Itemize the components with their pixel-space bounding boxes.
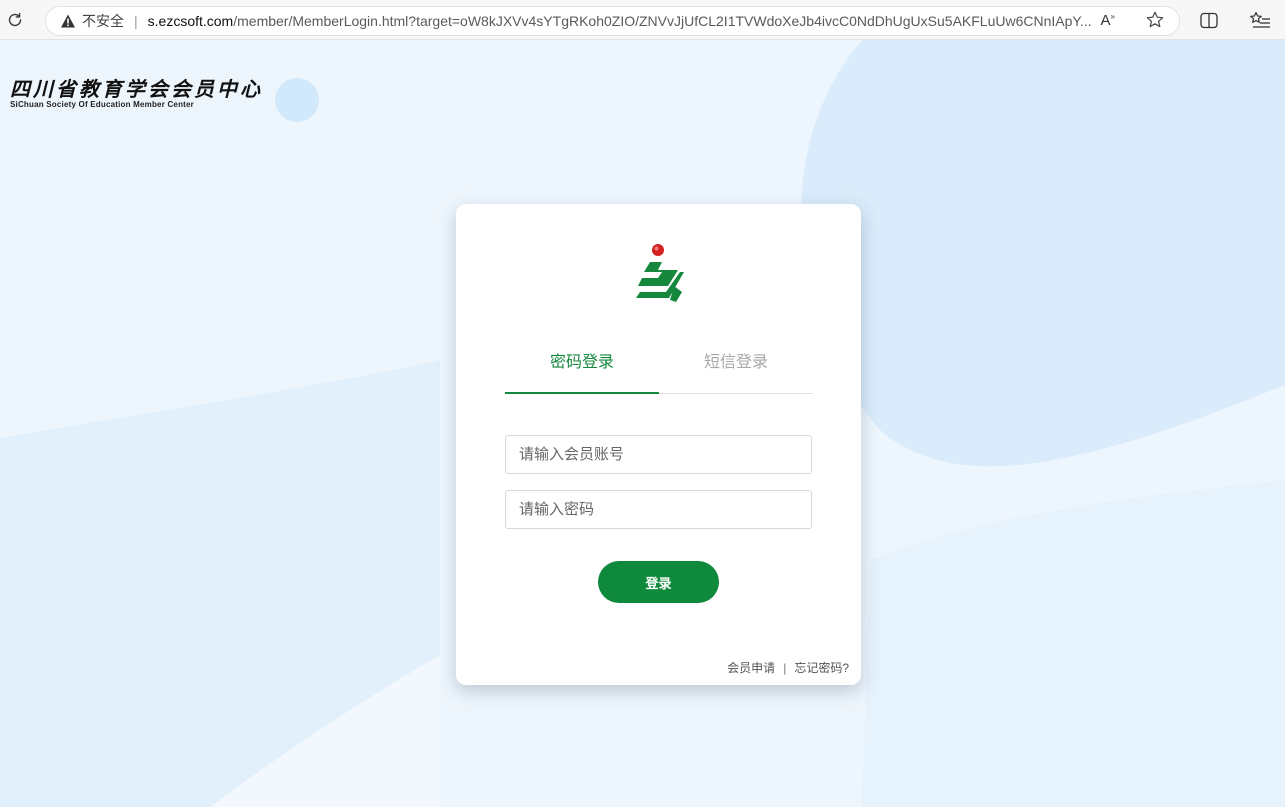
read-aloud-letter: A [1100, 12, 1111, 29]
split-screen-icon[interactable] [1200, 12, 1218, 29]
link-separator: | [783, 661, 787, 675]
login-button[interactable]: 登录 [598, 561, 719, 603]
warning-icon [61, 14, 75, 28]
read-aloud-icon[interactable]: A» [1101, 12, 1115, 29]
favorite-star-icon[interactable] [1145, 10, 1165, 30]
read-aloud-waves: » [1110, 12, 1115, 21]
tab-password-login[interactable]: 密码登录 [505, 344, 659, 394]
url-path: /member/MemberLogin.html?target=oW8kJXVv… [233, 13, 1092, 29]
browser-toolbar: 不安全 | s.ezcsoft.com/member/MemberLogin.h… [0, 0, 1285, 40]
password-input[interactable] [505, 490, 812, 529]
organization-logo-icon [636, 244, 684, 302]
footer-links: 会员申请 | 忘记密码? [727, 659, 849, 676]
member-apply-link[interactable]: 会员申请 [727, 661, 775, 675]
url-host: s.ezcsoft.com [147, 13, 234, 29]
login-page: 四川省教育学会会员中心 SiChuan Society Of Education… [0, 40, 1285, 807]
login-tabs: 密码登录 短信登录 [505, 344, 813, 394]
brand-title-cn: 四川省教育学会会员中心 [10, 77, 263, 101]
security-status-label[interactable]: 不安全 [82, 11, 124, 31]
favorites-list-icon[interactable] [1249, 11, 1271, 29]
tab-sms-login[interactable]: 短信登录 [659, 344, 813, 394]
address-bar[interactable]: 不安全 | s.ezcsoft.com/member/MemberLogin.h… [45, 6, 1180, 36]
forgot-password-link[interactable]: 忘记密码? [794, 661, 849, 675]
site-brand: 四川省教育学会会员中心 SiChuan Society Of Education… [10, 78, 263, 109]
account-input[interactable] [505, 435, 812, 474]
url-separator: | [134, 13, 138, 29]
reload-icon[interactable] [4, 9, 26, 31]
brand-title-en: SiChuan Society Of Education Member Cent… [10, 100, 194, 109]
active-tab-indicator [505, 392, 659, 394]
login-card: 密码登录 短信登录 登录 会员申请 | 忘记密码? [456, 204, 861, 685]
